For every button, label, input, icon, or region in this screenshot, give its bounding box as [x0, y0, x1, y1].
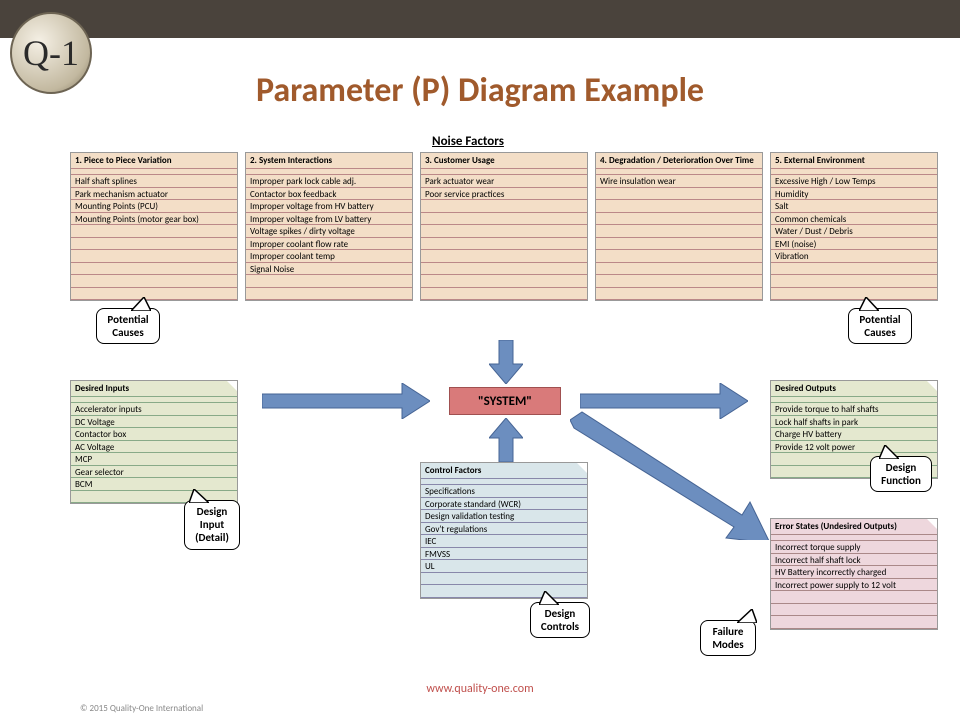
system-box: "SYSTEM" — [449, 387, 561, 415]
callout-text: Potential Causes — [107, 313, 148, 339]
card-row: Gear selector — [71, 466, 237, 479]
card-row: IEC — [421, 535, 587, 548]
card-row: Voltage spikes / dirty voltage — [246, 225, 412, 238]
card-row: Vibration — [771, 250, 937, 263]
card-row: Design validation testing — [421, 510, 587, 523]
card-row: Mounting Points (motor gear box) — [71, 213, 237, 226]
card-row: Improper park lock cable adj. — [246, 175, 412, 188]
card-row: MCP — [71, 453, 237, 466]
card-header: 4. Degradation / Deterioration Over Time — [596, 153, 762, 169]
card-row: Park actuator wear — [421, 175, 587, 188]
callout-text: Failure Modes — [712, 625, 743, 651]
card-row: Humidity — [771, 188, 937, 201]
footer-url: www.quality-one.com — [0, 682, 960, 696]
card-row: Park mechanism actuator — [71, 188, 237, 201]
card-row: Accelerator inputs — [71, 403, 237, 416]
card-row: DC Voltage — [71, 416, 237, 429]
card-row: Improper coolant flow rate — [246, 238, 412, 251]
card-row: Salt — [771, 200, 937, 213]
card-row: Water / Dust / Debris — [771, 225, 937, 238]
card-row: Lock half shafts in park — [771, 416, 937, 429]
card-header: Desired Inputs — [71, 381, 237, 397]
page-title: Parameter (P) Diagram Example — [0, 70, 960, 111]
card-row: Contactor box — [71, 428, 237, 441]
noise-factors-label: Noise Factors — [432, 134, 504, 149]
noise-card-2: 2. System Interactions Improper park loc… — [245, 152, 413, 301]
card-row: Gov't regulations — [421, 523, 587, 536]
callout-failure-modes: Failure Modes — [700, 620, 756, 656]
card-header: 5. External Environment — [771, 153, 937, 169]
card-header: 3. Customer Usage — [421, 153, 587, 169]
arrow-up-icon — [489, 418, 523, 462]
noise-card-5: 5. External Environment Excessive High /… — [770, 152, 938, 301]
card-row: Wire insulation wear — [596, 175, 762, 188]
arrow-right-icon — [262, 383, 430, 419]
noise-card-3: 3. Customer Usage Park actuator wear Poo… — [420, 152, 588, 301]
callout-potential-causes-right: Potential Causes — [848, 308, 912, 344]
desired-inputs-card: Desired Inputs Accelerator inputs DC Vol… — [70, 380, 238, 504]
card-row: Incorrect torque supply — [771, 541, 937, 554]
card-row: Excessive High / Low Temps — [771, 175, 937, 188]
callout-design-input: Design Input (Detail) — [184, 500, 240, 550]
card-header: Desired Outputs — [771, 381, 937, 397]
arrow-down-icon — [489, 340, 523, 384]
card-row: Improper voltage from HV battery — [246, 200, 412, 213]
card-row: BCM — [71, 478, 237, 491]
card-row: Incorrect half shaft lock — [771, 554, 937, 567]
top-bar — [0, 0, 960, 38]
card-row: EMI (noise) — [771, 238, 937, 251]
card-row: Signal Noise — [246, 263, 412, 276]
callout-potential-causes-left: Potential Causes — [96, 308, 160, 344]
arrow-diagonal-icon — [570, 410, 770, 540]
card-row: Corporate standard (WCR) — [421, 498, 587, 511]
card-row: Half shaft splines — [71, 175, 237, 188]
callout-text: Potential Causes — [859, 313, 900, 339]
noise-card-4: 4. Degradation / Deterioration Over Time… — [595, 152, 763, 301]
copyright: © 2015 Quality-One International — [80, 703, 203, 714]
callout-text: Design Controls — [541, 607, 579, 633]
card-row: HV Battery incorrectly charged — [771, 566, 937, 579]
callout-design-function: Design Function — [870, 456, 932, 492]
card-header: 1. Piece to Piece Variation — [71, 153, 237, 169]
error-states-card: Error States (Undesired Outputs) Incorre… — [770, 518, 938, 630]
card-row: FMVSS — [421, 548, 587, 561]
card-row: Incorrect power supply to 12 volt — [771, 579, 937, 592]
card-row: Charge HV battery — [771, 428, 937, 441]
callout-text: Design Input (Detail) — [195, 505, 229, 544]
noise-card-1: 1. Piece to Piece Variation Half shaft s… — [70, 152, 238, 301]
card-row: Poor service practices — [421, 188, 587, 201]
card-row: UL — [421, 560, 587, 573]
card-row: Improper voltage from LV battery — [246, 213, 412, 226]
control-factors-card: Control Factors Specifications Corporate… — [420, 462, 588, 599]
card-row: Improper coolant temp — [246, 250, 412, 263]
callout-text: Design Function — [881, 461, 921, 487]
card-header: 2. System Interactions — [246, 153, 412, 169]
card-row: AC Voltage — [71, 441, 237, 454]
card-row: Contactor box feedback — [246, 188, 412, 201]
card-header: Error States (Undesired Outputs) — [771, 519, 937, 535]
card-row: Provide 12 volt power — [771, 441, 937, 454]
card-row: Provide torque to half shafts — [771, 403, 937, 416]
card-header: Control Factors — [421, 463, 587, 479]
card-row: Common chemicals — [771, 213, 937, 226]
card-row: Specifications — [421, 485, 587, 498]
card-row: Mounting Points (PCU) — [71, 200, 237, 213]
callout-design-controls: Design Controls — [530, 602, 590, 638]
